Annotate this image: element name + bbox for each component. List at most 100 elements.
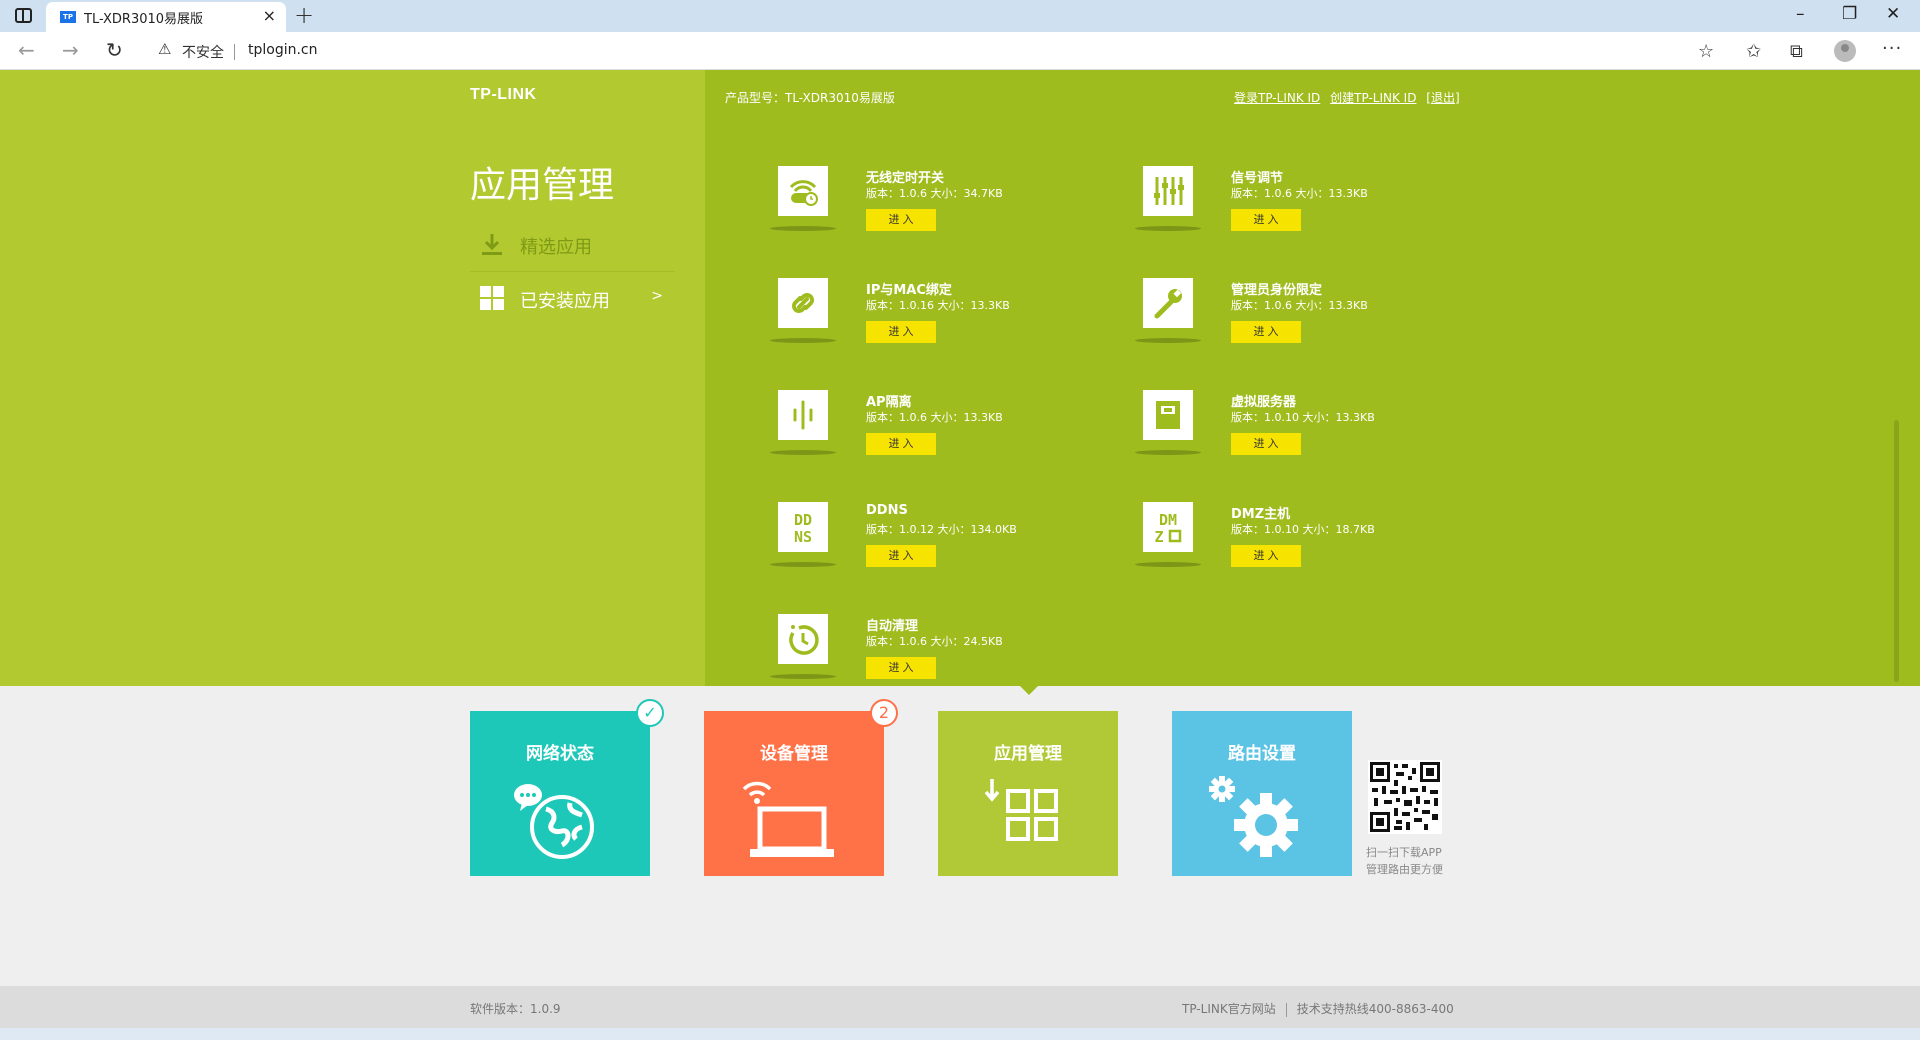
sidebar-item-featured-apps[interactable]: 精选应用 <box>470 220 675 272</box>
sliders-icon[interactable] <box>1143 166 1193 216</box>
enter-button[interactable]: 进 入 <box>866 433 936 455</box>
globe-icon <box>514 784 594 859</box>
check-badge-icon: ✓ <box>636 699 664 727</box>
reload-icon[interactable]: ↻ <box>106 38 123 62</box>
wrench-icon[interactable] <box>1143 278 1193 328</box>
profile-avatar[interactable] <box>1834 40 1856 62</box>
icon-text: NS <box>794 528 812 545</box>
icon-shadow <box>770 450 836 455</box>
tile-router-settings[interactable]: 路由设置 <box>1172 711 1352 876</box>
wifi-timer-icon[interactable] <box>778 166 828 216</box>
app-name: 无线定时开关 <box>866 171 945 186</box>
favorites-icon[interactable]: ✩ <box>1746 41 1761 62</box>
tile-device-management[interactable]: 设备管理 2 <box>704 699 898 876</box>
favicon-icon: TP <box>60 11 76 23</box>
enter-button[interactable]: 进 入 <box>1231 545 1301 567</box>
chevron-right-icon: > <box>651 288 663 304</box>
url-text[interactable]: tplogin.cn <box>248 42 318 58</box>
enter-button[interactable]: 进 入 <box>1231 209 1301 231</box>
dmz-icon[interactable]: DM Z <box>1143 502 1193 552</box>
app-grid-icon <box>984 779 1058 841</box>
back-icon[interactable]: ← <box>18 38 35 62</box>
new-tab-button[interactable]: + <box>294 1 314 29</box>
ap-isolation-icon[interactable] <box>778 390 828 440</box>
official-site-link[interactable]: TP-LINK官方网站 <box>1182 1002 1276 1016</box>
tile-title: 路由设置 <box>1228 744 1296 764</box>
enter-button[interactable]: 进 入 <box>866 545 936 567</box>
icon-shadow <box>1135 450 1201 455</box>
app-meta: 版本：1.0.16 大小：13.3KB <box>866 299 1010 312</box>
restore-icon[interactable]: ❐ <box>1842 4 1857 24</box>
app-name: IP与MAC绑定 <box>866 283 952 298</box>
link-icon[interactable] <box>778 278 828 328</box>
app-meta: 版本：1.0.10 大小：13.3KB <box>1231 411 1375 424</box>
url-box[interactable]: ⚠ 不安全 tplogin.cn <box>146 36 1696 66</box>
add-favorite-icon[interactable]: ☆ <box>1698 41 1714 62</box>
create-tplink-id-link[interactable]: 创建TP-LINK ID <box>1330 91 1416 105</box>
collections-icon[interactable]: ⧉ <box>1790 41 1803 62</box>
enter-button[interactable]: 进 入 <box>866 209 936 231</box>
grid-icon <box>480 286 504 310</box>
sidebar-toggle-icon[interactable] <box>15 8 32 23</box>
enter-button[interactable]: 进 入 <box>1231 321 1301 343</box>
tile-app-management[interactable]: 应用管理 <box>938 711 1118 876</box>
qr-code <box>1368 760 1442 834</box>
app-name: AP隔离 <box>866 395 912 410</box>
app-card: IP与MAC绑定 版本：1.0.16 大小：13.3KB 进 入 <box>770 278 1110 378</box>
app-card: DM Z DMZ主机 版本：1.0.10 大小：18.7KB 进 入 <box>1135 502 1475 602</box>
tile-network-status[interactable]: 网络状态 ✓ <box>470 699 664 876</box>
scrollbar-thumb[interactable] <box>1894 420 1899 682</box>
sidebar-item-installed-apps[interactable]: 已安装应用 > <box>470 274 675 326</box>
app-card: 虚拟服务器 版本：1.0.10 大小：13.3KB 进 入 <box>1135 390 1475 490</box>
app-card: 自动清理 版本：1.0.6 大小：24.5KB 进 入 <box>770 614 1110 714</box>
close-window-icon[interactable]: ✕ <box>1886 4 1900 24</box>
security-label[interactable]: 不安全 <box>182 42 224 62</box>
sidebar-item-label: 精选应用 <box>520 237 592 258</box>
app-card: 信号调节 版本：1.0.6 大小：13.3KB 进 入 <box>1135 166 1475 266</box>
enter-button[interactable]: 进 入 <box>1231 433 1301 455</box>
server-icon[interactable] <box>1143 390 1193 440</box>
app-name: 管理员身份限定 <box>1231 283 1323 298</box>
enter-button[interactable]: 进 入 <box>866 657 936 679</box>
laptop-wifi-icon <box>742 781 834 857</box>
support-hotline: 技术支持热线400-8863-400 <box>1296 1002 1454 1016</box>
forward-icon[interactable]: → <box>62 38 79 62</box>
app-name: 自动清理 <box>866 619 919 634</box>
qr-caption-line: 扫一扫下载APP <box>1366 846 1442 859</box>
minimize-icon[interactable]: – <box>1796 4 1805 24</box>
taskbar-strip <box>0 1028 1920 1040</box>
app-card: 无线定时开关 版本：1.0.6 大小：34.7KB 进 入 <box>770 166 1110 266</box>
icon-shadow <box>770 674 836 679</box>
ddns-icon[interactable]: DD NS <box>778 502 828 552</box>
qr-caption: 扫一扫下载APP 管理路由更方便 <box>1366 844 1443 878</box>
enter-button[interactable]: 进 入 <box>866 321 936 343</box>
app-name: DDNS <box>866 503 908 518</box>
active-tile-pointer <box>1020 686 1038 695</box>
tile-title: 网络状态 <box>526 744 594 764</box>
logout-link[interactable]: [退出] <box>1426 91 1459 105</box>
tab-title: TL-XDR3010易展版 <box>84 12 204 27</box>
app-card: DD NS DDNS 版本：1.0.12 大小：134.0KB 进 入 <box>770 502 1110 602</box>
login-tplink-id-link[interactable]: 登录TP-LINK ID <box>1234 91 1320 105</box>
sidebar-item-label: 已安装应用 <box>520 291 610 312</box>
tile-title: 应用管理 <box>994 744 1062 764</box>
app-meta: 版本：1.0.6 大小：13.3KB <box>1231 299 1368 312</box>
warning-icon[interactable]: ⚠ <box>158 40 171 58</box>
app-meta: 版本：1.0.6 大小：13.3KB <box>1231 187 1368 200</box>
download-icon <box>482 234 502 255</box>
browser-tab[interactable]: TP TL-XDR3010易展版 × <box>46 2 286 32</box>
url-separator <box>234 44 235 60</box>
more-options-icon[interactable]: ··· <box>1882 38 1902 59</box>
icon-shadow <box>1135 562 1201 567</box>
app-name: 虚拟服务器 <box>1231 395 1297 410</box>
icon-shadow <box>770 562 836 567</box>
app-name: 信号调节 <box>1231 171 1284 186</box>
tab-close-icon[interactable]: × <box>263 6 276 25</box>
icon-shadow <box>770 226 836 231</box>
icon-shadow <box>770 338 836 343</box>
gears-icon <box>1209 776 1298 857</box>
software-version: 软件版本：1.0.9 <box>470 1002 561 1016</box>
product-model: 产品型号：TL-XDR3010易展版 <box>725 91 895 105</box>
auto-clean-icon[interactable] <box>778 614 828 664</box>
icon-text: DD <box>794 511 812 529</box>
